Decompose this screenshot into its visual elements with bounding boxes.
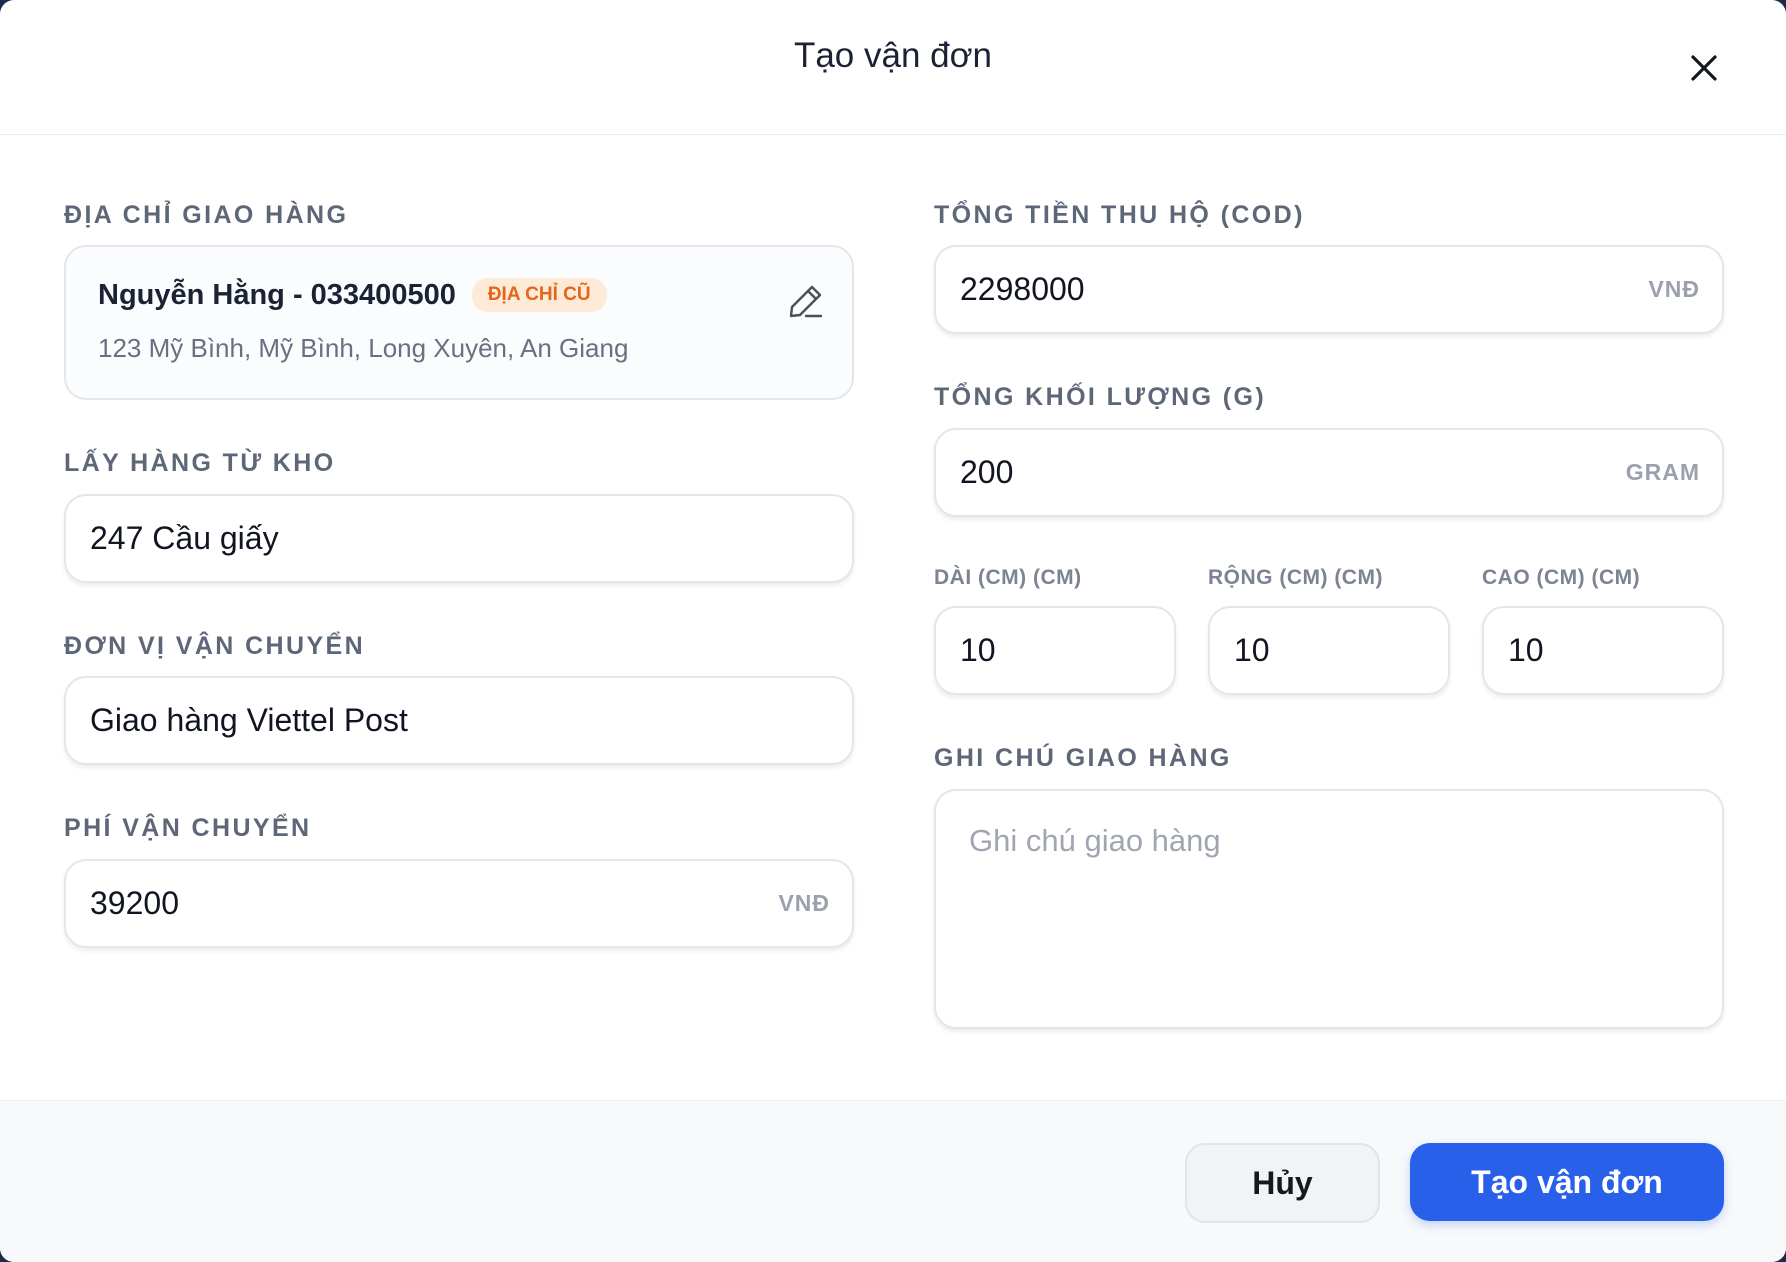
weight-field[interactable]: 200 GRAM: [934, 428, 1724, 517]
recipient-name-phone: Nguyễn Hằng - 033400500: [98, 278, 456, 311]
delivery-address-card: Nguyễn Hằng - 033400500 ĐỊA CHỈ CŨ 123 M…: [64, 245, 854, 400]
weight-label: TỔNG KHỐI LƯỢNG (G): [934, 383, 1267, 411]
address-line: 123 Mỹ Bình, Mỹ Bình, Long Xuyên, An Gia…: [98, 333, 629, 363]
length-value: 10: [960, 632, 996, 668]
shipping-fee-unit: VNĐ: [778, 890, 830, 916]
close-icon: [1691, 55, 1717, 81]
shipping-fee-field[interactable]: 39200 VNĐ: [64, 859, 854, 948]
delivery-note-label: GHI CHÚ GIAO HÀNG: [934, 744, 1232, 772]
edit-address-button[interactable]: [784, 279, 828, 323]
shipping-fee-value: 39200: [90, 885, 179, 921]
length-field[interactable]: 10: [934, 606, 1176, 695]
create-shipment-button[interactable]: Tạo vận đơn: [1410, 1143, 1724, 1221]
width-label: RỘNG (CM) (CM): [1208, 566, 1383, 589]
carrier-label: ĐƠN VỊ VẬN CHUYỂN: [64, 632, 366, 660]
width-field[interactable]: 10: [1208, 606, 1450, 695]
warehouse-value: 247 Cầu giấy: [90, 520, 279, 556]
cod-label: TỔNG TIỀN THU HỘ (COD): [934, 201, 1305, 229]
pencil-icon: [789, 285, 823, 318]
weight-unit: GRAM: [1625, 459, 1700, 485]
delivery-note-textarea[interactable]: Ghi chú giao hàng: [934, 789, 1724, 1029]
height-field[interactable]: 10: [1482, 606, 1724, 695]
warehouse-label: LẤY HÀNG TỪ KHO: [64, 449, 336, 477]
modal-header: Tạo vận đơn: [0, 0, 1786, 135]
length-label: DÀI (CM) (CM): [934, 566, 1082, 589]
cod-field[interactable]: 2298000 VNĐ: [934, 245, 1724, 334]
height-value: 10: [1508, 632, 1544, 668]
shipping-fee-label: PHÍ VẬN CHUYỂN: [64, 814, 312, 842]
cancel-button[interactable]: Hủy: [1185, 1143, 1380, 1223]
close-button[interactable]: [1680, 44, 1728, 92]
width-value: 10: [1234, 632, 1270, 668]
carrier-value: Giao hàng Viettel Post: [90, 702, 408, 738]
modal-footer: Hủy Tạo vận đơn: [0, 1100, 1786, 1262]
cod-value: 2298000: [960, 271, 1085, 307]
modal-title: Tạo vận đơn: [793, 36, 993, 75]
height-label: CAO (CM) (CM): [1482, 566, 1641, 589]
cod-unit: VNĐ: [1648, 276, 1700, 302]
create-shipment-modal: Tạo vận đơn ĐỊA CHỈ GIAO HÀNG Nguyễn Hằn…: [0, 0, 1786, 1262]
old-address-badge: ĐỊA CHỈ CŨ: [471, 278, 607, 312]
carrier-field[interactable]: Giao hàng Viettel Post: [64, 676, 854, 765]
address-header: Nguyễn Hằng - 033400500 ĐỊA CHỈ CŨ: [98, 278, 607, 312]
warehouse-field[interactable]: 247 Cầu giấy: [64, 494, 854, 583]
weight-value: 200: [960, 454, 1014, 490]
delivery-address-label: ĐỊA CHỈ GIAO HÀNG: [64, 201, 349, 229]
